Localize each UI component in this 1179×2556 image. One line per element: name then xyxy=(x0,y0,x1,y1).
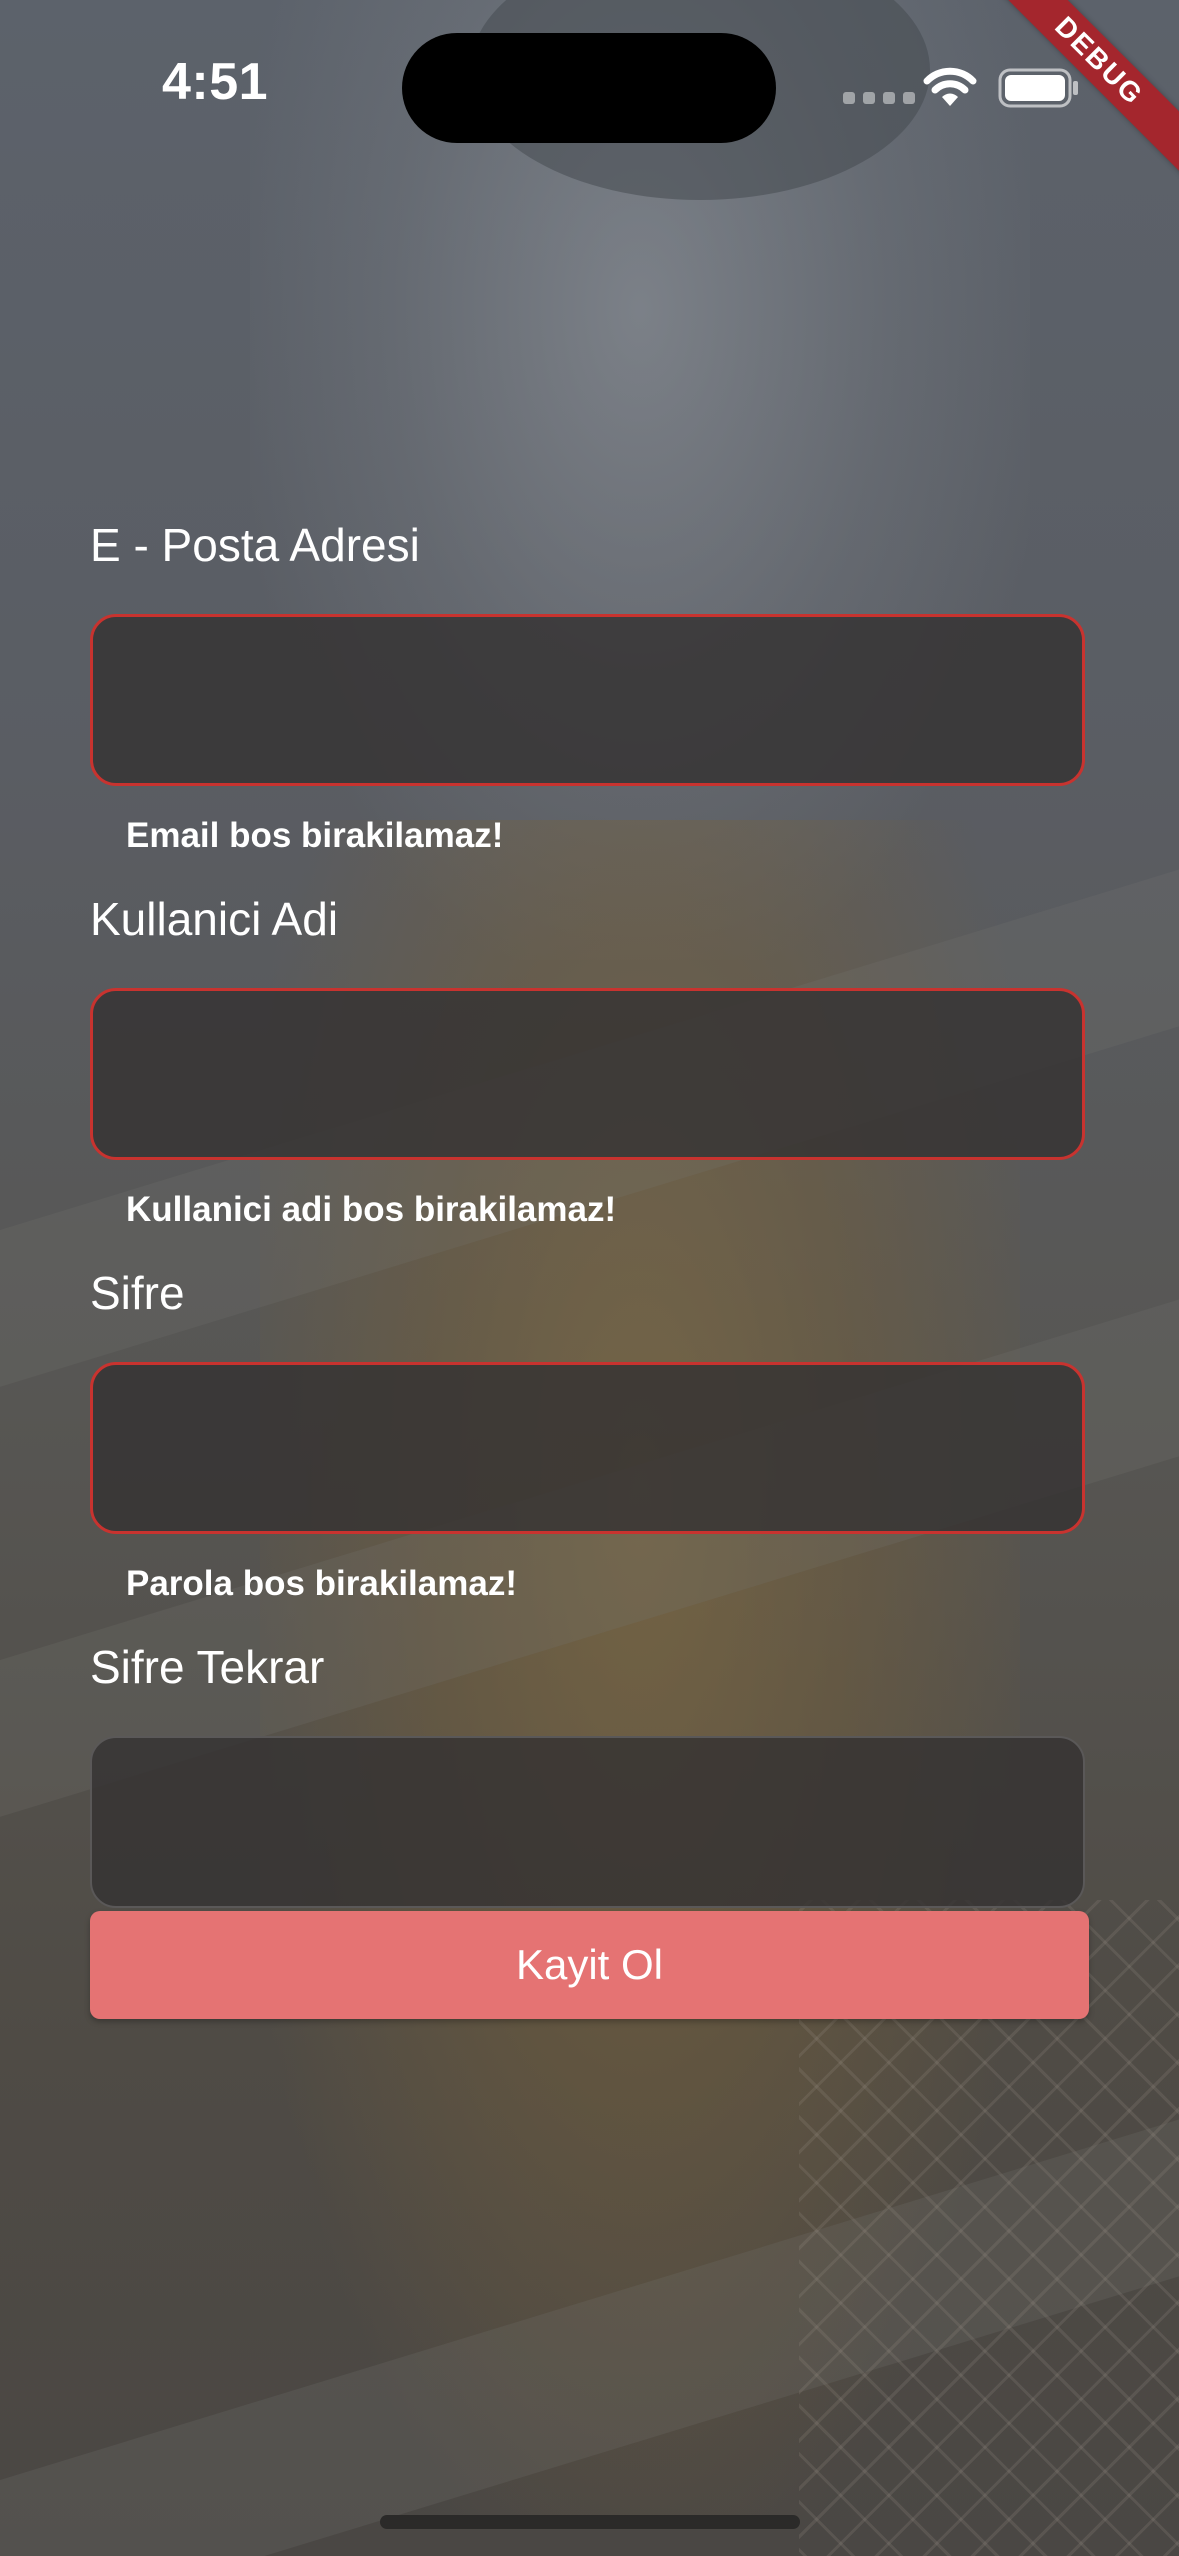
home-indicator xyxy=(380,2515,800,2529)
email-error-text: Email bos birakilamaz! xyxy=(126,816,504,855)
email-label: E - Posta Adresi xyxy=(90,519,420,571)
password-label: Sifre xyxy=(90,1267,185,1319)
password-field-group: Sifre Parola bos birakilamaz! xyxy=(90,1258,1089,1614)
cellular-signal-icon xyxy=(843,92,915,104)
email-input[interactable] xyxy=(90,614,1085,786)
background-band xyxy=(0,2069,1179,2556)
register-screen: 4:51 DEBUG E - Posta Adresi Email bos bi… xyxy=(0,0,1179,2556)
email-field-group: E - Posta Adresi Email bos birakilamaz! xyxy=(90,510,1089,866)
username-error-text: Kullanici adi bos birakilamaz! xyxy=(126,1190,617,1229)
password-repeat-input[interactable] xyxy=(90,1736,1085,1908)
register-form: E - Posta Adresi Email bos birakilamaz! … xyxy=(90,510,1089,1908)
password-error-text: Parola bos birakilamaz! xyxy=(126,1564,517,1603)
username-label: Kullanici Adi xyxy=(90,893,339,945)
dynamic-island xyxy=(402,33,776,143)
password-repeat-field-group: Sifre Tekrar xyxy=(90,1632,1089,1908)
register-button[interactable]: Kayit Ol xyxy=(90,1911,1089,2019)
username-input[interactable] xyxy=(90,988,1085,1160)
password-repeat-label: Sifre Tekrar xyxy=(90,1641,325,1693)
wifi-icon xyxy=(922,66,978,115)
password-input[interactable] xyxy=(90,1362,1085,1534)
username-field-group: Kullanici Adi Kullanici adi bos birakila… xyxy=(90,884,1089,1240)
battery-icon xyxy=(998,68,1080,113)
status-time: 4:51 xyxy=(162,53,269,111)
